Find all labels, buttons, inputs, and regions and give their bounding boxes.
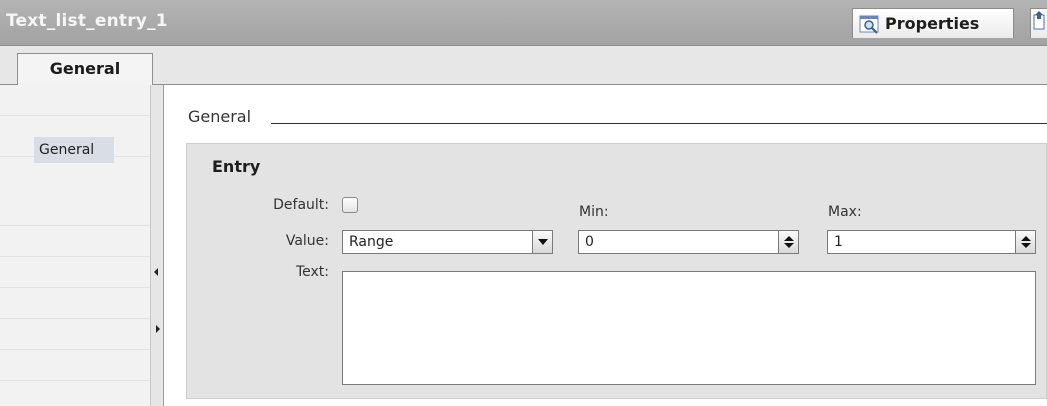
- default-label: Default:: [273, 197, 329, 213]
- chevron-down-icon[interactable]: [532, 231, 552, 253]
- sidebar-item-general[interactable]: General: [34, 137, 114, 163]
- properties-tab-label: Properties: [885, 14, 980, 33]
- min-label: Min:: [579, 204, 609, 220]
- main-panel: General Entry Default: Min: Max: Value: …: [164, 85, 1047, 406]
- value-label: Value:: [285, 233, 329, 249]
- title-bar: Text_list_entry_1 Properties: [0, 0, 1047, 46]
- min-spinbox[interactable]: 0: [578, 230, 799, 254]
- text-label: Text:: [295, 264, 329, 280]
- sidebar-splitter[interactable]: [150, 85, 164, 406]
- max-spinbox[interactable]: 1: [827, 230, 1036, 254]
- value-dropdown[interactable]: Range: [342, 230, 553, 254]
- sidebar-row-divider: [0, 195, 150, 226]
- max-label: Max:: [828, 204, 862, 220]
- sidebar-row-divider: [0, 288, 150, 319]
- text-area[interactable]: [342, 271, 1036, 385]
- info-tab[interactable]: [1030, 8, 1047, 38]
- section-title: General: [188, 107, 252, 126]
- section-divider: [271, 123, 1047, 124]
- expand-right-icon[interactable]: [156, 325, 160, 333]
- sidebar-row-divider: [0, 257, 150, 288]
- group-title: Entry: [212, 157, 261, 176]
- sidebar: General: [0, 85, 150, 406]
- max-value: 1: [834, 234, 843, 250]
- value-dropdown-text: Range: [349, 234, 394, 250]
- sidebar-row-divider: [0, 85, 150, 116]
- spinner-updown-icon[interactable]: [778, 231, 798, 253]
- window-title: Text_list_entry_1: [6, 11, 168, 31]
- tab-general[interactable]: General: [17, 53, 153, 85]
- sidebar-row-divider: [0, 226, 150, 257]
- properties-tab[interactable]: Properties: [852, 8, 1014, 38]
- spinner-updown-icon[interactable]: [1015, 231, 1035, 253]
- min-value: 0: [585, 234, 594, 250]
- magnifier-properties-icon: [859, 14, 881, 34]
- sidebar-row-divider: [0, 350, 150, 381]
- tab-strip: General: [0, 46, 1047, 85]
- collapse-left-icon[interactable]: [154, 268, 158, 276]
- pin-icon: [1033, 11, 1045, 30]
- default-checkbox[interactable]: [342, 197, 358, 213]
- sidebar-row-divider: [0, 319, 150, 350]
- entry-group: Entry Default: Min: Max: Value: Range 0 …: [186, 143, 1047, 399]
